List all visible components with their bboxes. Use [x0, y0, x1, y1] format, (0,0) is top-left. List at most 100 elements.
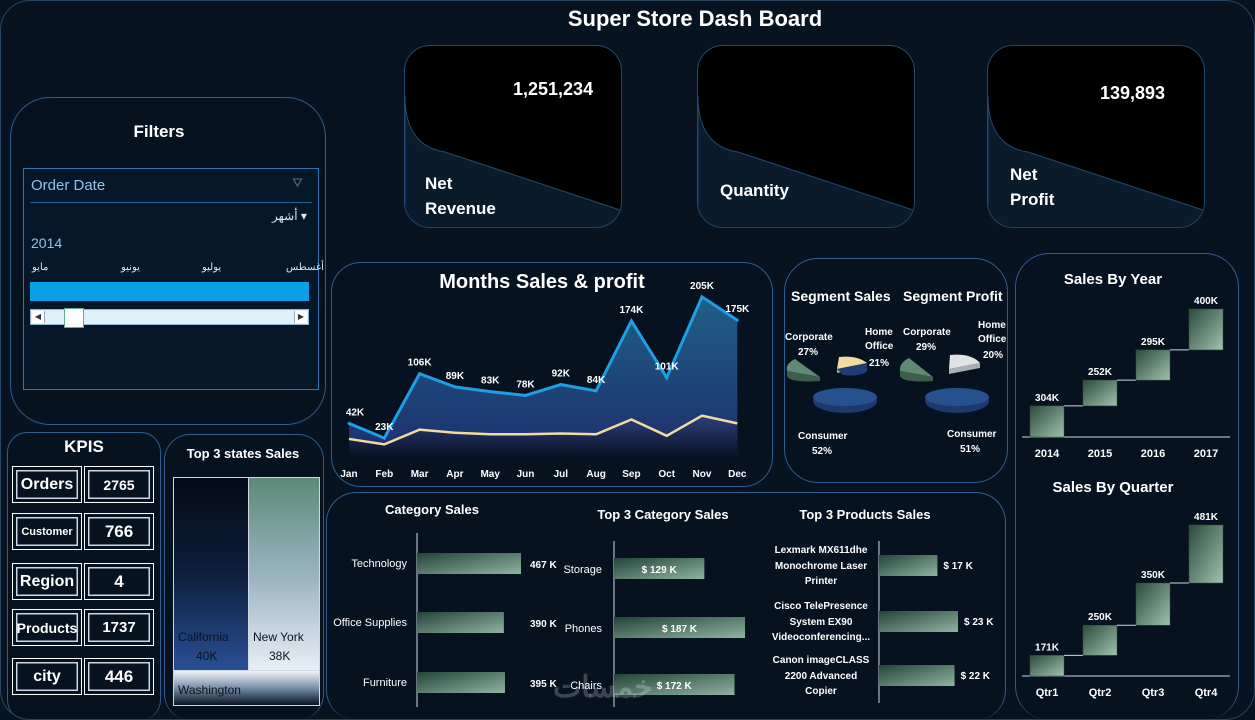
kpi-row-value: 2765	[84, 466, 154, 503]
data-label: $ 187 K	[662, 624, 698, 635]
scroll-thumb[interactable]	[64, 308, 84, 328]
time-level-label: أشهر	[272, 209, 298, 223]
product-label: Videoconferencing...	[772, 632, 870, 643]
axis-tick-label: 2014	[1035, 448, 1060, 460]
waterfall-bar	[1082, 379, 1118, 407]
waterfall-bar	[1188, 524, 1224, 584]
kpi-net-revenue: 1,251,234 Net Revenue	[404, 45, 622, 228]
product-label: Copier	[805, 686, 837, 697]
data-label: $ 23 K	[964, 617, 994, 628]
chart-title: Category Sales	[385, 502, 479, 517]
month-tick-label: Oct	[658, 469, 675, 480]
order-date-slicer[interactable]: Order Date ⛛ أشهر ▾ 2014 مايو يونيو يولي…	[23, 168, 324, 390]
state-value: 40K	[196, 649, 218, 663]
slicer-year: 2014	[31, 235, 63, 251]
sales-point	[629, 319, 633, 323]
sales-point	[488, 390, 492, 394]
sales-point	[347, 421, 351, 425]
month-tick-label: May	[480, 469, 500, 480]
segment-name: Home Office	[978, 320, 1007, 345]
month-label: مايو	[32, 262, 49, 273]
data-label: $ 172 K	[657, 681, 693, 692]
waterfall-bar	[1029, 655, 1065, 677]
kpi-row-value: 446	[84, 658, 154, 695]
segment-label: Consumer	[798, 431, 848, 442]
bar	[417, 553, 521, 574]
months-panel: Months Sales & profit 42K Jan 23K Feb 106K Ma…	[331, 262, 773, 487]
time-level-dropdown[interactable]: أشهر ▾	[272, 209, 307, 223]
chart-title: Top 3 Products Sales	[799, 507, 930, 522]
kpis-title: KPIS	[64, 437, 104, 456]
data-label: 304K	[1035, 393, 1060, 404]
segment-label: Home Office	[865, 326, 895, 354]
month-tick-label: Jan	[340, 469, 357, 480]
state-name: New York	[253, 630, 304, 644]
waterfall-bar	[1135, 349, 1171, 381]
product-label: Cisco TelePresence	[774, 601, 868, 612]
sales-point	[453, 385, 457, 389]
kpi-row-label: Customer	[12, 513, 82, 550]
state-tile-california: California 40K	[173, 477, 249, 671]
page-title: Super Store Dash Board	[567, 6, 823, 31]
axis-tick-label: 2017	[1194, 448, 1218, 460]
states-panel: Top 3 states Sales California 40K New Yo…	[164, 434, 324, 720]
year-quarter-panel: Sales By Year 304K 2014 252K 2015 295K 2016 400…	[1015, 253, 1239, 720]
kpi-row-value: 1737	[84, 609, 154, 646]
clear-filter-icon[interactable]: ⛛	[292, 175, 303, 191]
category-label: Office Supplies	[333, 617, 407, 629]
scroll-right-icon[interactable]: ▶	[294, 311, 307, 323]
waterfall-bar	[1082, 624, 1118, 656]
sales-point	[382, 436, 386, 440]
data-label: 89K	[446, 371, 465, 382]
timeline-bar[interactable]	[30, 282, 309, 301]
kpi-value: 139,893	[1100, 83, 1166, 103]
sales-point	[735, 318, 739, 322]
data-label: 83K	[481, 376, 500, 387]
month-tick-label: Apr	[446, 469, 463, 480]
product-label: Monochrome Laser	[775, 561, 867, 572]
kpis-panel: KPIS Orders 2765 Customer 766 Region 4 P…	[7, 432, 161, 720]
segment-profit-pie	[899, 354, 989, 413]
watermark: خمسات	[553, 671, 654, 704]
segment-label: Corporate	[785, 332, 833, 343]
segment-name: Home Office	[865, 327, 894, 352]
months-area-chart: 42K Jan 23K Feb 106K Mar 89K Apr 83K May 78K Jun 92K…	[340, 281, 750, 480]
bar	[417, 612, 504, 633]
segment-pct: 51%	[960, 444, 981, 455]
kpi-label: Net	[1010, 165, 1038, 184]
data-label: 92K	[552, 369, 571, 380]
scroll-left-icon[interactable]: ◀	[32, 311, 45, 323]
bar	[417, 672, 505, 693]
month-label: أغسطس	[286, 262, 324, 273]
sales-point	[700, 295, 704, 299]
sales-point	[665, 376, 669, 380]
month-tick-label: Mar	[411, 469, 429, 480]
category-label: Storage	[563, 564, 602, 576]
kpi-label: Revenue	[425, 199, 496, 218]
category-bar-charts: Category Sales Technology 467 K Office Supp…	[333, 502, 994, 707]
kpi-row-label: Products	[12, 609, 82, 646]
category-label: Phones	[565, 623, 603, 635]
kpi-row-value: 4	[84, 563, 154, 600]
axis-tick-label: 2015	[1088, 448, 1112, 460]
segment-panel: Segment Sales Segment Profit Corporate 2…	[784, 258, 1008, 483]
segment-pct: 21%	[869, 358, 890, 369]
axis-tick-label: Qtr4	[1195, 687, 1219, 699]
month-tick-label: Jul	[554, 469, 569, 480]
state-name: California	[178, 630, 229, 644]
product-label: 2200 Advanced	[785, 671, 857, 682]
data-label: $ 22 K	[961, 671, 991, 682]
axis-tick-label: Qtr2	[1089, 687, 1112, 699]
kpi-row-label: Orders	[12, 466, 82, 503]
state-name: Washington	[178, 683, 241, 697]
segment-label: Consumer	[947, 429, 997, 440]
waterfall-bar	[1188, 308, 1224, 351]
month-tick-label: Jun	[517, 469, 535, 480]
category-label: Furniture	[363, 677, 407, 689]
segment-pct: 27%	[798, 347, 819, 358]
data-label: 481K	[1194, 512, 1219, 523]
segment-pct: 29%	[916, 342, 937, 353]
timeline-scrollbar[interactable]: ◀ ▶	[30, 308, 309, 328]
chart-title: Top 3 Category Sales	[597, 507, 728, 522]
bar	[879, 611, 958, 632]
